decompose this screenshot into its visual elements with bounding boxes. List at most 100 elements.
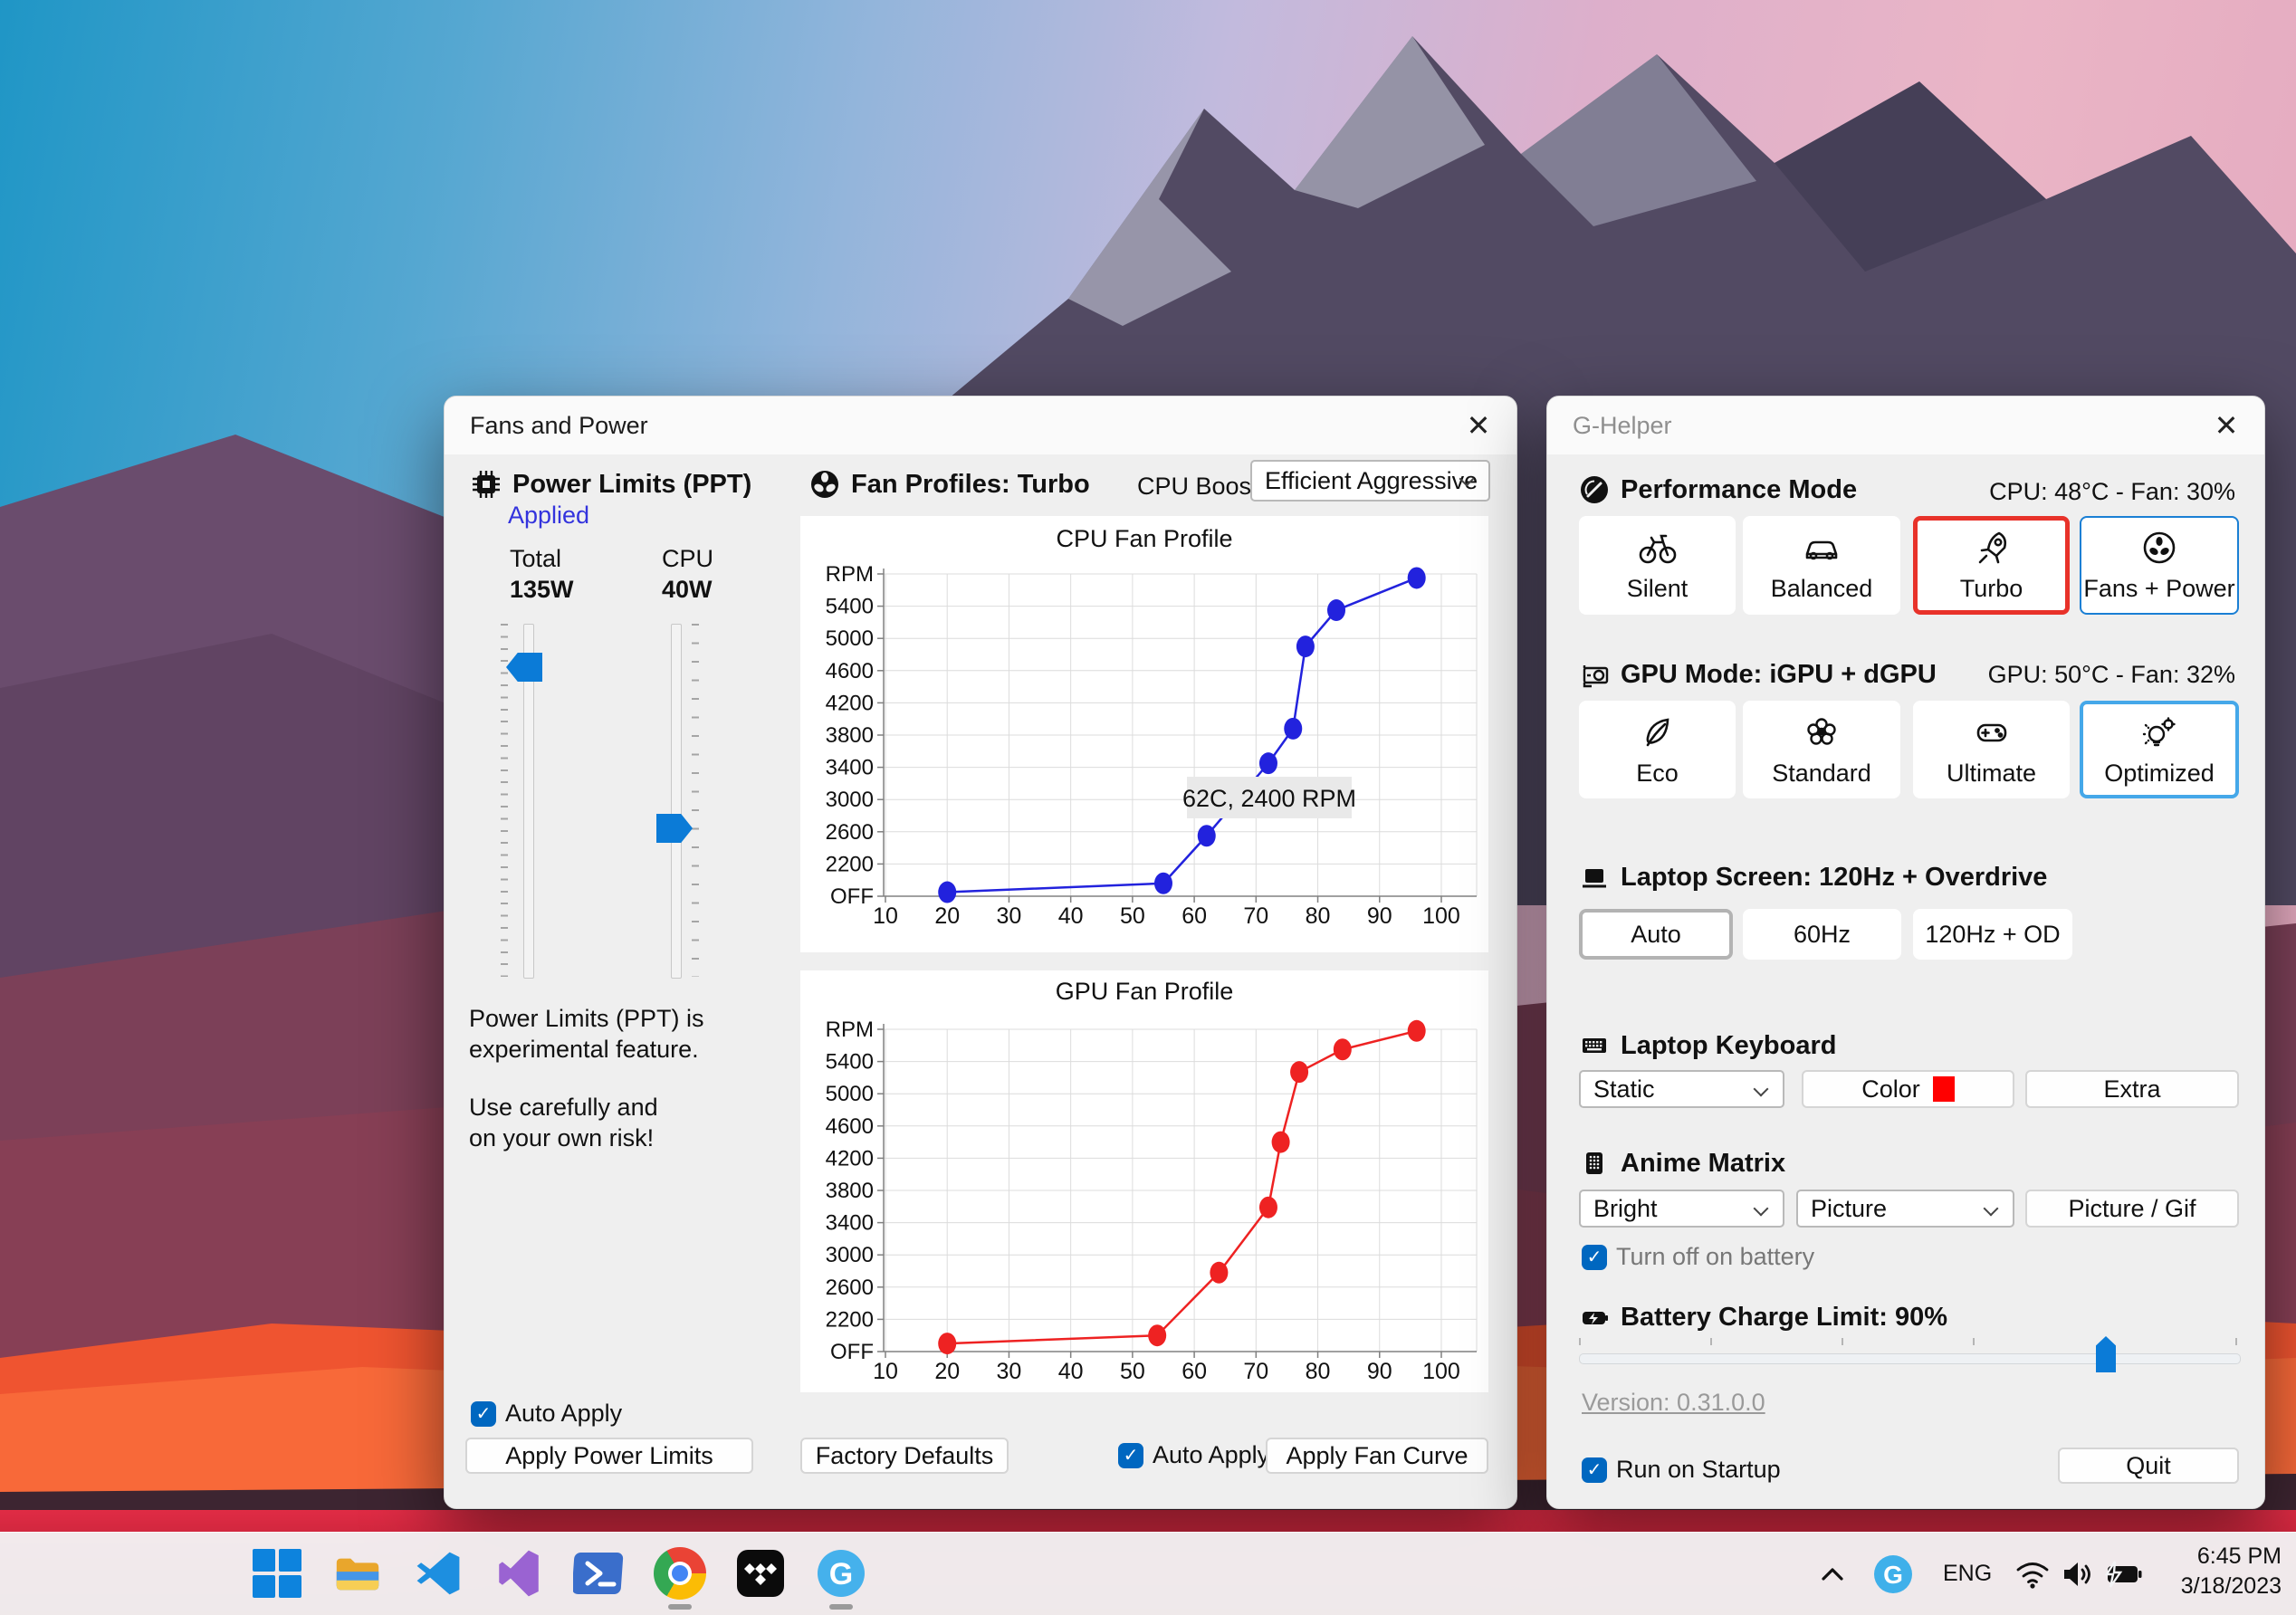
taskbar: G G ENG 6:45 PM 3/18/2023 bbox=[0, 1532, 2296, 1615]
svg-text:4200: 4200 bbox=[826, 1146, 874, 1171]
factory-defaults-button[interactable]: Factory Defaults bbox=[800, 1438, 1009, 1474]
gpu-eco-button[interactable]: Eco bbox=[1579, 701, 1736, 798]
fans-power-button[interactable]: Fans + Power bbox=[2080, 516, 2239, 615]
mode-turbo-button[interactable]: Turbo bbox=[1913, 516, 2070, 615]
svg-text:30: 30 bbox=[997, 1359, 1022, 1384]
screen-120hz-od-button[interactable]: 120Hz + OD bbox=[1913, 909, 2072, 960]
matrix-battery-checkbox[interactable]: Turn off on battery bbox=[1582, 1243, 1814, 1271]
bicycle-icon bbox=[1638, 528, 1678, 568]
battery-charging-icon bbox=[2104, 1560, 2142, 1588]
close-icon[interactable] bbox=[2206, 406, 2246, 445]
gpu-temp-status: GPU: 50°C - Fan: 32% bbox=[1987, 661, 2235, 688]
apply-power-limits-button[interactable]: Apply Power Limits bbox=[465, 1438, 753, 1474]
ghelper-titlebar[interactable]: G-Helper bbox=[1547, 397, 2264, 454]
close-icon[interactable] bbox=[1459, 406, 1498, 445]
performance-heading: Performance Mode bbox=[1621, 474, 1858, 504]
desktop: Fans and Power Power Limits (PPT) Applie… bbox=[0, 0, 2296, 1615]
ghelper-title: G-Helper bbox=[1573, 411, 1672, 439]
g-helper-tray-button[interactable]: G bbox=[1872, 1533, 1914, 1615]
visual-studio-button[interactable] bbox=[492, 1546, 546, 1601]
svg-text:3800: 3800 bbox=[826, 723, 874, 748]
total-power-slider-thumb[interactable] bbox=[506, 653, 542, 682]
volume-button[interactable] bbox=[2059, 1533, 2097, 1615]
start-button[interactable] bbox=[250, 1546, 304, 1601]
screen-60hz-button[interactable]: 60Hz bbox=[1743, 909, 1901, 960]
screen-auto-label: Auto bbox=[1631, 920, 1681, 948]
cpu-boost-dropdown[interactable]: Efficient Aggressive bbox=[1250, 460, 1490, 502]
auto-apply-power-checkbox[interactable]: Auto Apply bbox=[471, 1400, 622, 1428]
battery-slider-ticks bbox=[1579, 1338, 2240, 1345]
bulb-gear-icon bbox=[2139, 712, 2179, 752]
fan-icon bbox=[809, 469, 840, 500]
battery-tray-button[interactable] bbox=[2102, 1533, 2144, 1615]
apply-fan-curve-button[interactable]: Apply Fan Curve bbox=[1266, 1438, 1488, 1474]
svg-text:50: 50 bbox=[1120, 903, 1145, 929]
chip-icon bbox=[471, 469, 502, 500]
g-helper-button[interactable]: G bbox=[814, 1546, 868, 1601]
clock[interactable]: 6:45 PM 3/18/2023 bbox=[2181, 1542, 2282, 1601]
svg-text:40: 40 bbox=[1058, 1359, 1084, 1384]
cpu-fan-curve-chart[interactable]: CPU Fan Profile RPM 5400 5000 4600 4200 3800 34… bbox=[800, 516, 1488, 952]
auto-apply-fan-checkbox[interactable]: Auto Apply bbox=[1118, 1441, 1269, 1469]
auto-apply-power-label: Auto Apply bbox=[505, 1400, 623, 1427]
mode-balanced-label: Balanced bbox=[1770, 575, 1873, 602]
tray-chevron-button[interactable] bbox=[1816, 1533, 1849, 1615]
svg-text:3000: 3000 bbox=[826, 788, 874, 812]
gpu-optimized-label: Optimized bbox=[2104, 759, 2215, 787]
flower-icon bbox=[1802, 712, 1842, 752]
keyboard-color-button[interactable]: Color bbox=[1802, 1070, 2014, 1108]
total-value: 135W bbox=[510, 576, 574, 603]
tidal-button[interactable] bbox=[733, 1546, 788, 1601]
fans-and-power-window: Fans and Power Power Limits (PPT) Applie… bbox=[444, 396, 1517, 1509]
svg-text:10: 10 bbox=[873, 903, 898, 929]
chrome-running-indicator bbox=[668, 1604, 692, 1610]
matrix-picture-gif-button[interactable]: Picture / Gif bbox=[2025, 1190, 2239, 1228]
gpu-card-icon bbox=[1579, 659, 1610, 690]
svg-text:80: 80 bbox=[1306, 903, 1331, 929]
quit-button[interactable]: Quit bbox=[2058, 1448, 2239, 1484]
powershell-button[interactable] bbox=[572, 1546, 627, 1601]
gpu-mode-heading: GPU Mode: iGPU + dGPU bbox=[1621, 659, 1937, 689]
anime-matrix-heading: Anime Matrix bbox=[1621, 1148, 1786, 1178]
gpu-ultimate-button[interactable]: Ultimate bbox=[1913, 701, 2070, 798]
cpu-power-slider[interactable] bbox=[671, 624, 682, 979]
power-limits-status: Applied bbox=[508, 502, 590, 529]
svg-text:70: 70 bbox=[1243, 1359, 1268, 1384]
svg-text:OFF: OFF bbox=[830, 1340, 874, 1364]
gpu-fan-curve-chart[interactable]: GPU Fan Profile RPM 5400 5000 4600 4200 3800 34… bbox=[800, 970, 1488, 1392]
matrix-brightness-dropdown[interactable]: Bright bbox=[1579, 1190, 1784, 1228]
checkmark-icon bbox=[471, 1400, 496, 1427]
battery-charge-slider[interactable] bbox=[1579, 1353, 2241, 1364]
run-on-startup-checkbox[interactable]: Run on Startup bbox=[1582, 1456, 1781, 1484]
ppt-note-line1: Power Limits (PPT) is bbox=[469, 1005, 704, 1032]
gpu-standard-button[interactable]: Standard bbox=[1743, 701, 1900, 798]
power-limits-heading-row: Power Limits (PPT) bbox=[471, 469, 751, 500]
g-helper-window: G-Helper Performance Mode CPU: 48°C - Fa… bbox=[1546, 396, 2265, 1509]
gamepad-icon bbox=[1972, 712, 2012, 752]
svg-text:20: 20 bbox=[934, 903, 960, 929]
svg-text:3000: 3000 bbox=[826, 1243, 874, 1267]
svg-text:100: 100 bbox=[1422, 1359, 1460, 1384]
matrix-running-dropdown[interactable]: Picture bbox=[1796, 1190, 2014, 1228]
screen-auto-button[interactable]: Auto bbox=[1579, 909, 1733, 960]
gpu-optimized-button[interactable]: Optimized bbox=[2080, 701, 2239, 798]
vscode-button[interactable] bbox=[411, 1546, 465, 1601]
fans-window-titlebar[interactable]: Fans and Power bbox=[445, 397, 1516, 454]
version-link[interactable]: Version: 0.31.0.0 bbox=[1582, 1389, 1765, 1417]
wifi-button[interactable] bbox=[2014, 1533, 2052, 1615]
mode-balanced-button[interactable]: Balanced bbox=[1743, 516, 1900, 615]
file-explorer-button[interactable] bbox=[330, 1546, 385, 1601]
clock-date: 3/18/2023 bbox=[2180, 1573, 2282, 1599]
mode-silent-button[interactable]: Silent bbox=[1579, 516, 1736, 615]
battery-icon bbox=[1579, 1302, 1610, 1333]
language-indicator[interactable]: ENG bbox=[1943, 1533, 1992, 1615]
cpu-power-slider-thumb[interactable] bbox=[656, 814, 693, 843]
keyboard-extra-button[interactable]: Extra bbox=[2025, 1070, 2239, 1108]
checkmark-icon bbox=[1582, 1457, 1607, 1483]
chrome-button[interactable] bbox=[653, 1546, 707, 1601]
ppt-note-line4: on your own risk! bbox=[469, 1124, 655, 1152]
g-helper-running-indicator bbox=[829, 1604, 853, 1610]
g-helper-icon: G bbox=[818, 1550, 865, 1597]
svg-text:2200: 2200 bbox=[826, 1307, 874, 1332]
keyboard-mode-dropdown[interactable]: Static bbox=[1579, 1070, 1784, 1108]
